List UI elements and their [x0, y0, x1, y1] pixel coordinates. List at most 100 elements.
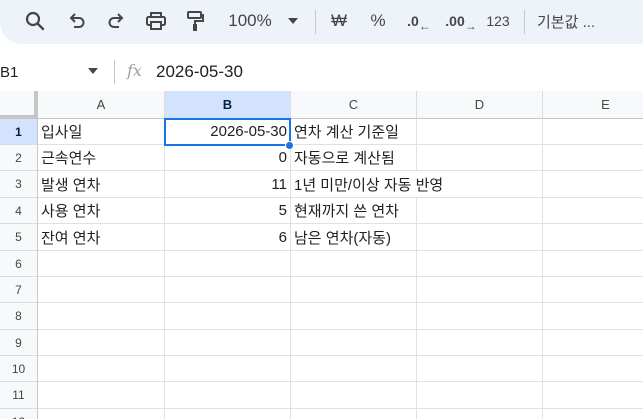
formula-bar-divider: [114, 60, 115, 84]
row-header-1[interactable]: 1: [0, 119, 38, 145]
print-icon[interactable]: [141, 6, 171, 36]
cell-a10[interactable]: [38, 356, 165, 382]
cell-c10[interactable]: [291, 356, 417, 382]
cell-a3[interactable]: 발생 연차: [38, 171, 165, 198]
cell-c9[interactable]: [291, 330, 417, 356]
cell-d6[interactable]: [417, 251, 543, 277]
currency-format-button[interactable]: ₩: [325, 6, 353, 36]
cell-a11[interactable]: [38, 382, 165, 409]
row-header-11[interactable]: 11: [0, 382, 38, 409]
cell-b5[interactable]: 6: [165, 224, 291, 251]
cell-b11[interactable]: [165, 382, 291, 409]
undo-icon[interactable]: [62, 6, 92, 36]
cell-a7[interactable]: [38, 277, 165, 303]
cell-c7[interactable]: [291, 277, 417, 303]
row-header-12[interactable]: 12: [0, 409, 38, 419]
percent-format-button[interactable]: %: [364, 6, 392, 36]
cell-b2[interactable]: 0: [165, 145, 291, 171]
chevron-down-icon[interactable]: [88, 68, 98, 74]
cell-c6[interactable]: [291, 251, 417, 277]
cell-a4[interactable]: 사용 연차: [38, 198, 165, 224]
row-header-9[interactable]: 9: [0, 330, 38, 356]
column-header-a[interactable]: A: [38, 91, 165, 119]
cell-c1[interactable]: 연차 계산 기준일: [291, 119, 417, 145]
cell-b3[interactable]: 11: [165, 171, 291, 198]
cell-b7[interactable]: [165, 277, 291, 303]
chevron-down-icon[interactable]: [283, 6, 303, 36]
cell-c3[interactable]: 1년 미만/이상 자동 반영: [291, 171, 443, 198]
cell-c4[interactable]: 현재까지 쓴 연차: [291, 198, 417, 224]
cell-c11[interactable]: [291, 382, 417, 409]
cell-d11[interactable]: [417, 382, 543, 409]
row-header-4[interactable]: 4: [0, 198, 38, 224]
cell-e11[interactable]: [543, 382, 643, 409]
cell-e12[interactable]: [543, 409, 643, 419]
toolbar-divider: [315, 10, 316, 34]
cell-b10[interactable]: [165, 356, 291, 382]
cell-d8[interactable]: [417, 303, 543, 330]
cell-d9[interactable]: [417, 330, 543, 356]
number-format-button[interactable]: 123: [482, 6, 514, 36]
cell-d5[interactable]: [417, 224, 543, 251]
cell-d2[interactable]: [417, 145, 543, 171]
font-select[interactable]: 기본값 ...: [537, 6, 627, 36]
formula-input[interactable]: 2026-05-30: [156, 62, 243, 82]
cell-a9[interactable]: [38, 330, 165, 356]
cell-a6[interactable]: [38, 251, 165, 277]
row-header-10[interactable]: 10: [0, 356, 38, 382]
column-header-b[interactable]: B: [165, 91, 291, 119]
column-header-c[interactable]: C: [291, 91, 417, 119]
row-header-5[interactable]: 5: [0, 224, 38, 251]
row-header-7[interactable]: 7: [0, 277, 38, 303]
cell-b1[interactable]: 2026-05-30: [165, 119, 291, 145]
cell-b6[interactable]: [165, 251, 291, 277]
cell-e4[interactable]: [543, 198, 643, 224]
increase-decimal-button[interactable]: .00 →: [443, 6, 479, 36]
search-icon[interactable]: [20, 6, 50, 36]
arrow-left-icon: ←: [418, 19, 431, 33]
cell-d3[interactable]: [417, 171, 543, 198]
cell-e7[interactable]: [543, 277, 643, 303]
increase-decimal-label: .00: [445, 13, 465, 29]
cell-c2[interactable]: 자동으로 계산됨: [291, 145, 417, 171]
cell-a1[interactable]: 입사일: [38, 119, 165, 145]
zoom-select[interactable]: 100%: [220, 6, 280, 36]
cell-b8[interactable]: [165, 303, 291, 330]
toolbar: 100% ₩ % .0 ← .00 → 123 기본값 ...: [0, 0, 643, 44]
cell-a12[interactable]: [38, 409, 165, 419]
cell-e10[interactable]: [543, 356, 643, 382]
cell-b4[interactable]: 5: [165, 198, 291, 224]
select-all-corner[interactable]: [0, 91, 38, 119]
arrow-right-icon: →: [464, 19, 477, 33]
cell-d1[interactable]: [417, 119, 543, 145]
row-header-6[interactable]: 6: [0, 251, 38, 277]
cell-c5[interactable]: 남은 연차(자동): [291, 224, 417, 251]
redo-icon[interactable]: [101, 6, 131, 36]
cell-e9[interactable]: [543, 330, 643, 356]
column-header-e[interactable]: E: [543, 91, 643, 119]
cell-e1[interactable]: [543, 119, 643, 145]
decrease-decimal-button[interactable]: .0 ←: [402, 6, 436, 36]
cell-b12[interactable]: [165, 409, 291, 419]
cell-e2[interactable]: [543, 145, 643, 171]
cell-a5[interactable]: 잔여 연차: [38, 224, 165, 251]
cell-a8[interactable]: [38, 303, 165, 330]
cell-d10[interactable]: [417, 356, 543, 382]
cell-b9[interactable]: [165, 330, 291, 356]
cell-e8[interactable]: [543, 303, 643, 330]
paint-format-icon[interactable]: [180, 6, 210, 36]
cell-c12[interactable]: [291, 409, 417, 419]
column-header-d[interactable]: D: [417, 91, 543, 119]
cell-e6[interactable]: [543, 251, 643, 277]
cell-e5[interactable]: [543, 224, 643, 251]
row-header-8[interactable]: 8: [0, 303, 38, 330]
row-header-3[interactable]: 3: [0, 171, 38, 198]
cell-d12[interactable]: [417, 409, 543, 419]
fill-handle[interactable]: [285, 141, 294, 150]
cell-d7[interactable]: [417, 277, 543, 303]
row-header-2[interactable]: 2: [0, 145, 38, 171]
cell-e3[interactable]: [543, 171, 643, 198]
cell-d4[interactable]: [417, 198, 543, 224]
cell-c8[interactable]: [291, 303, 417, 330]
cell-a2[interactable]: 근속연수: [38, 145, 165, 171]
